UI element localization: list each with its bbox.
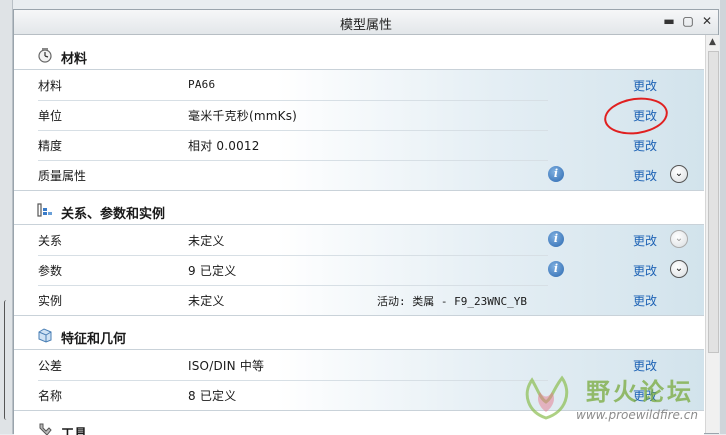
scrollbar-thumb[interactable]	[708, 51, 719, 353]
change-instances-link[interactable]: 更改	[633, 292, 657, 309]
property-row-mass-properties: 质量属性 i 更改 ⌄	[14, 160, 704, 190]
chevron-down-icon[interactable]: ⌄	[670, 165, 688, 183]
change-material-link[interactable]: 更改	[633, 77, 657, 94]
tools-icon	[39, 423, 52, 435]
section-title: 工具	[61, 427, 88, 435]
property-value: 相对 0.0012	[188, 139, 260, 153]
property-row-material: 材料 PA66 更改	[14, 70, 704, 100]
property-value: ISO/DIN 中等	[188, 359, 265, 373]
property-value: 未定义	[188, 294, 225, 308]
info-icon[interactable]: i	[548, 261, 564, 277]
change-accuracy-link[interactable]: 更改	[633, 137, 657, 154]
window-title: 模型属性	[339, 18, 392, 33]
property-name: 参数	[38, 264, 63, 278]
property-name: 质量属性	[38, 169, 87, 183]
section-body-features: 公差 ISO/DIN 中等 更改 名称 8 已定义 更改	[14, 350, 704, 411]
property-value: 未定义	[188, 234, 225, 248]
property-value: PA66	[188, 78, 216, 91]
property-row-relations: 关系 未定义 i 更改 ⌄	[14, 225, 704, 255]
change-tolerance-link[interactable]: 更改	[633, 357, 657, 374]
chevron-down-icon[interactable]: ⌄	[670, 260, 688, 278]
property-row-instances: 实例 未定义 活动: 类属 - F9_23WNC_YB 更改	[14, 285, 704, 315]
section-title: 材料	[61, 52, 88, 67]
property-name: 名称	[38, 389, 63, 403]
section-header-features[interactable]: 特征和几何	[14, 321, 704, 350]
property-name: 关系	[38, 234, 63, 248]
property-row-accuracy: 精度 相对 0.0012 更改	[14, 130, 704, 160]
property-row-tolerance: 公差 ISO/DIN 中等 更改	[14, 350, 704, 380]
property-name: 精度	[38, 139, 63, 153]
section-body-materials: 材料 PA66 更改 单位 毫米千克秒(mmKs) 更改 精度 相对 0.001…	[14, 70, 704, 191]
property-value: 毫米千克秒(mmKs)	[188, 109, 298, 123]
features-icon	[38, 328, 52, 343]
chevron-down-icon[interactable]: ⌄	[670, 230, 688, 248]
change-mass-properties-link[interactable]: 更改	[633, 167, 657, 184]
maximize-icon[interactable]: ▢	[681, 13, 695, 29]
title-bar[interactable]: 模型属性 ▬ ▢ ✕	[14, 10, 718, 35]
property-row-units: 单位 毫米千克秒(mmKs) 更改	[14, 100, 704, 130]
info-icon[interactable]: i	[548, 166, 564, 182]
background-window-edge	[0, 0, 13, 434]
scroll-up-icon[interactable]: ▲	[706, 37, 719, 49]
property-row-parameters: 参数 9 已定义 i 更改 ⌄	[14, 255, 704, 285]
active-instance-text: 活动: 类属 - F9_23WNC_YB	[377, 295, 527, 308]
change-names-link[interactable]: 更改	[633, 387, 657, 404]
change-parameters-link[interactable]: 更改	[633, 262, 657, 279]
vertical-scrollbar[interactable]: ▲	[705, 35, 719, 433]
property-value: 9 已定义	[188, 264, 237, 278]
model-properties-dialog: 模型属性 ▬ ▢ ✕ 材料 材料 PA66 更改 单位 毫米千克秒(mmKs)	[13, 9, 719, 435]
properties-content: 材料 材料 PA66 更改 单位 毫米千克秒(mmKs) 更改 精度 相对 0.…	[14, 35, 704, 435]
property-name: 实例	[38, 294, 63, 308]
section-header-tools[interactable]: 工具	[14, 416, 704, 435]
section-header-materials[interactable]: 材料	[14, 41, 704, 70]
property-name: 单位	[38, 109, 63, 123]
section-title: 关系、参数和实例	[61, 207, 166, 222]
minimize-icon[interactable]: ▬	[662, 13, 676, 29]
property-row-names: 名称 8 已定义 更改	[14, 380, 704, 410]
property-name: 材料	[38, 79, 63, 93]
property-name: 公差	[38, 359, 63, 373]
section-title: 特征和几何	[61, 332, 127, 347]
property-value: 8 已定义	[188, 389, 237, 403]
change-relations-link[interactable]: 更改	[633, 232, 657, 249]
materials-icon	[38, 48, 52, 63]
background-window-edge-right	[720, 0, 726, 434]
info-icon[interactable]: i	[548, 231, 564, 247]
section-body-relations: 关系 未定义 i 更改 ⌄ 参数 9 已定义 i 更改 ⌄ 实例 未定义 活动:…	[14, 225, 704, 316]
section-header-relations[interactable]: 关系、参数和实例	[14, 196, 704, 225]
close-icon[interactable]: ✕	[700, 13, 714, 29]
relations-icon	[37, 203, 52, 217]
